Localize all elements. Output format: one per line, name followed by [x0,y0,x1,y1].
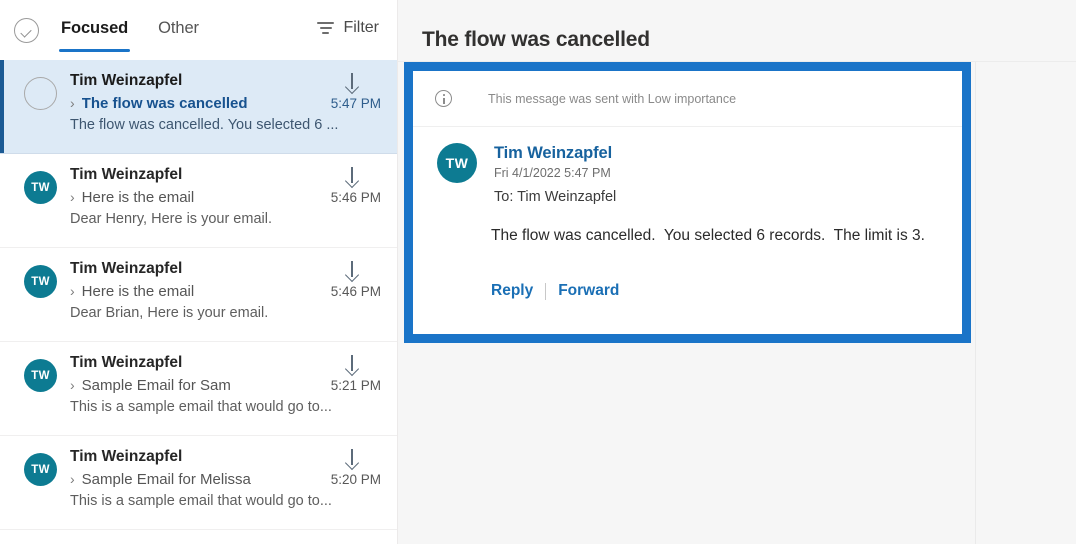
list-item[interactable]: TW Tim Weinzapfel › Sample Email for Mel… [0,436,397,530]
pane-divider [975,62,976,544]
list-item-subject: Sample Email for Sam [81,377,231,394]
arrow-down-icon [344,354,359,374]
filter-icon [317,21,335,35]
arrow-down-icon [344,166,359,186]
list-item-preview: Dear Henry, Here is your email. [70,211,272,227]
message-sender-block: TW Tim Weinzapfel Fri 4/1/2022 5:47 PM T… [413,127,962,205]
tab-other-label: Other [158,18,199,37]
outlook-window: Focused Other Filter Tim Weinzapfel › Th… [0,0,1076,544]
avatar: TW [24,265,57,298]
importance-text: This message was sent with Low importanc… [488,91,737,106]
list-item-subject: The flow was cancelled [81,95,248,112]
list-item-preview: This is a sample email that would go to.… [70,493,332,509]
list-item-preview: Dear Brian, Here is your email. [70,305,269,321]
list-item[interactable]: Tim Weinzapfel › The flow was cancelled … [0,60,397,154]
list-item-time: 5:46 PM [330,284,381,299]
tab-focused-label: Focused [61,18,129,37]
chevron-right-icon[interactable]: › [70,472,75,486]
list-item-sender: Tim Weinzapfel [70,72,183,89]
list-item[interactable]: TW Tim Weinzapfel › Sample Email for Sam… [0,342,397,436]
list-item-sender: Tim Weinzapfel [70,448,183,465]
list-item-subject: Sample Email for Melissa [81,471,251,488]
tab-focused[interactable]: Focused [59,13,131,52]
avatar [24,77,57,110]
list-item-content: Tim Weinzapfel › Sample Email for Meliss… [70,447,381,529]
select-all-circle-icon[interactable] [14,17,39,43]
list-item-subject: Here is the email [81,283,195,300]
list-item-content: Tim Weinzapfel › The flow was cancelled … [70,71,381,153]
avatar: TW [24,359,57,392]
list-item-time: 5:20 PM [330,472,381,487]
arrow-down-icon [344,260,359,280]
list-item-subject: Here is the email [81,189,195,206]
filter-button[interactable]: Filter [317,19,379,41]
list-item-content: Tim Weinzapfel › Here is the email 5:46 … [70,165,381,247]
list-item[interactable]: TW Tim Weinzapfel › Here is the email 5:… [0,154,397,248]
info-circle-icon [435,90,452,107]
list-item-sender: Tim Weinzapfel [70,260,183,277]
message-list-header: Focused Other Filter [0,0,397,60]
list-item[interactable]: TW Tim Weinzapfel › Here is the email 5:… [0,248,397,342]
tab-other[interactable]: Other [156,13,201,48]
avatar: TW [24,453,57,486]
message-actions: Reply Forward [413,245,962,300]
list-item-sender: Tim Weinzapfel [70,166,183,183]
list-item-time: 5:46 PM [330,190,381,205]
arrow-down-icon [344,72,359,92]
sender-meta: Tim Weinzapfel Fri 4/1/2022 5:47 PM To: … [494,143,616,205]
list-item-sender: Tim Weinzapfel [70,354,183,371]
message-list-rows: Tim Weinzapfel › The flow was cancelled … [0,60,397,530]
chevron-right-icon[interactable]: › [70,284,75,298]
list-item-content: Tim Weinzapfel › Sample Email for Sam 5:… [70,353,381,435]
message-highlight-box: This message was sent with Low importanc… [404,62,971,343]
message-body: The flow was cancelled. You selected 6 r… [491,227,925,244]
message-date: Fri 4/1/2022 5:47 PM [494,166,611,180]
chevron-right-icon[interactable]: › [70,378,75,392]
list-item-time: 5:21 PM [330,378,381,393]
sender-name[interactable]: Tim Weinzapfel [494,144,616,163]
avatar: TW [437,143,477,183]
list-item-preview: This is a sample email that would go to.… [70,399,332,415]
action-separator [545,282,547,300]
forward-button[interactable]: Forward [558,282,619,300]
chevron-right-icon[interactable]: › [70,190,75,204]
list-item-preview: The flow was cancelled. You selected 6 .… [70,117,339,133]
filter-label: Filter [343,19,379,36]
chevron-right-icon[interactable]: › [70,96,75,110]
importance-banner: This message was sent with Low importanc… [413,71,962,127]
message-recipients: To: Tim Weinzapfel [494,189,617,205]
avatar: TW [24,171,57,204]
reply-button[interactable]: Reply [491,282,533,300]
reading-pane: The flow was cancelled This message was … [398,0,1076,544]
list-item-time: 5:47 PM [330,96,381,111]
list-item-content: Tim Weinzapfel › Here is the email 5:46 … [70,259,381,341]
page-title: The flow was cancelled [422,28,650,51]
arrow-down-icon [344,448,359,468]
message-list-pane: Focused Other Filter Tim Weinzapfel › Th… [0,0,398,544]
